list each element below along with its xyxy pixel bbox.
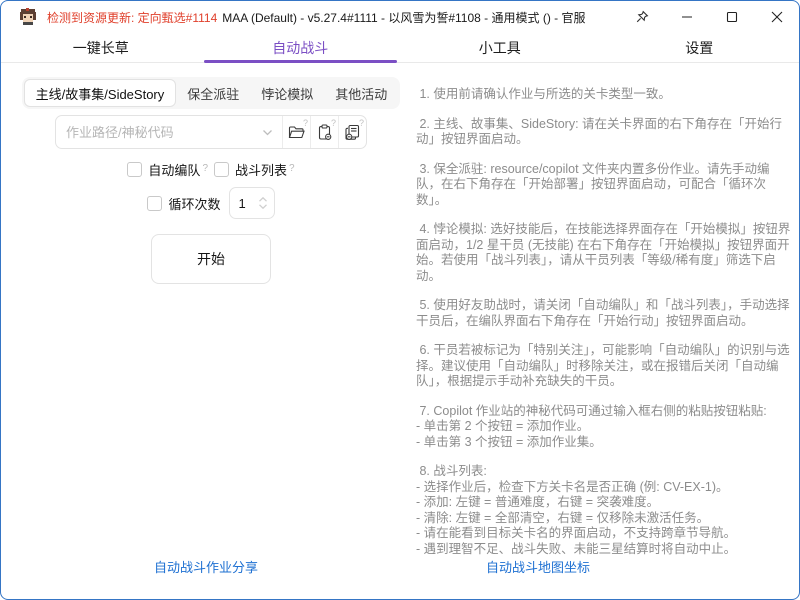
window-title: 检测到资源更新: 定向甄选#1114 MAA (Default) - v5.27.… [47, 9, 585, 26]
options-row-2: 循环次数 1 [19, 187, 403, 219]
paste-task-button[interactable]: ? [310, 116, 338, 148]
instruction-8: 8. 战斗列表: - 选择作业后，检查下方关卡名是否正确 (例: CV-EX-1… [416, 464, 793, 557]
maximize-icon [726, 11, 738, 23]
maximize-button[interactable] [709, 1, 754, 33]
pin-button[interactable] [619, 1, 664, 33]
instructions-panel: 1. 使用前请确认作业与所选的关卡类型一致。 2. 主线、故事集、SideSto… [416, 87, 793, 571]
start-button[interactable]: 开始 [151, 234, 271, 284]
battle-list-label: 战斗列表? [235, 160, 295, 179]
instruction-3: 3. 保全派驻: resource/copilot 文件夹内置多份作业。请先手动… [416, 162, 793, 209]
combat-left-panel: 主线/故事集/SideStory 保全派驻 悖论模拟 其他活动 ? [19, 69, 403, 599]
battle-list-option: 战斗列表? [214, 160, 295, 179]
instruction-1: 1. 使用前请确认作业与所选的关卡类型一致。 [416, 87, 793, 103]
resource-update-notice: 检测到资源更新: 定向甄选#1114 [47, 11, 217, 25]
tab-settings-label: 设置 [685, 38, 713, 58]
chevron-down-icon[interactable] [261, 126, 274, 139]
copilot-share-link[interactable]: 自动战斗作业分享 [154, 557, 258, 576]
map-coordinates-link[interactable]: 自动战斗地图坐标 [486, 557, 590, 576]
stage-tab-mainline[interactable]: 主线/故事集/SideStory [24, 79, 177, 107]
loop-times-label: 循环次数 [168, 194, 220, 213]
title-bar: 检测到资源更新: 定向甄选#1114 MAA (Default) - v5.27.… [1, 1, 799, 33]
main-nav-tabs: 一键长草 自动战斗 小工具 设置 [1, 33, 799, 63]
active-tab-underline [204, 60, 398, 63]
tab-toolbox[interactable]: 小工具 [400, 33, 600, 62]
pin-icon [635, 10, 649, 24]
tab-toolbox-label: 小工具 [479, 38, 521, 58]
app-avatar-icon [18, 7, 38, 27]
job-input-wrap [56, 116, 282, 148]
stage-type-tabs: 主线/故事集/SideStory 保全派驻 悖论模拟 其他活动 [22, 77, 401, 109]
maa-window: 检测到资源更新: 定向甄选#1114 MAA (Default) - v5.27.… [0, 0, 800, 600]
stepper-updown-icon[interactable] [257, 196, 269, 210]
stage-tab-paradox-protocol[interactable]: 保全派驻 [176, 79, 250, 107]
close-button[interactable] [754, 1, 799, 33]
instruction-2: 2. 主线、故事集、SideStory: 请在关卡界面的右下角存在「开始行动」按… [416, 117, 793, 148]
stage-tab-mainline-label: 主线/故事集/SideStory [36, 84, 165, 103]
tab-farming-label: 一键长草 [73, 38, 129, 58]
loop-times-option: 循环次数 1 [147, 187, 274, 219]
paste-task-set-hint: ? [359, 118, 364, 128]
instruction-6: 6. 干员若被标记为「特别关注」，可能影响「自动编队」的识别与选择。建议使用「自… [416, 343, 793, 390]
tab-auto-combat-label: 自动战斗 [272, 38, 328, 58]
job-input-row: ? ? ? [55, 115, 367, 149]
job-path-input[interactable] [66, 125, 257, 140]
paste-task-set-button[interactable]: ? [338, 116, 366, 148]
paste-task-hint: ? [331, 118, 336, 128]
minimize-icon [681, 11, 693, 23]
auto-squad-checkbox[interactable] [127, 162, 142, 177]
tab-settings[interactable]: 设置 [600, 33, 800, 62]
instruction-5: 5. 使用好友助战时，请关闭「自动编队」和「战斗列表」，手动选择干员后，在编队界… [416, 298, 793, 329]
loop-count-value: 1 [239, 196, 257, 211]
tab-auto-combat[interactable]: 自动战斗 [201, 33, 401, 62]
close-icon [771, 11, 783, 23]
options-row-1: 自动编队? 战斗列表? [19, 160, 403, 179]
stage-tab-other-events-label: 其他活动 [335, 84, 387, 103]
stage-tab-paradox-protocol-label: 保全派驻 [187, 84, 239, 103]
battle-list-hint: ? [289, 163, 295, 174]
auto-squad-option: 自动编队? [127, 160, 208, 179]
loop-times-checkbox[interactable] [147, 196, 162, 211]
auto-squad-label: 自动编队? [148, 160, 208, 179]
loop-count-stepper[interactable]: 1 [229, 187, 275, 219]
open-folder-button[interactable]: ? [282, 116, 310, 148]
stage-tab-paradox-simulation[interactable]: 悖论模拟 [250, 79, 324, 107]
tab-farming[interactable]: 一键长草 [1, 33, 201, 62]
minimize-button[interactable] [664, 1, 709, 33]
instruction-7: 7. Copilot 作业站的神秘代码可通过输入框右侧的粘贴按钮粘贴: - 单击… [416, 404, 793, 451]
instruction-4: 4. 悖论模拟: 选好技能后，在技能选择界面存在「开始模拟」按钮界面启动，1/2… [416, 222, 793, 284]
stage-tab-other-events[interactable]: 其他活动 [324, 79, 398, 107]
folder-hint: ? [303, 118, 308, 128]
window-title-text: MAA (Default) - v5.27.4#1111 - 以风雪为誓#110… [222, 11, 585, 25]
stage-tab-paradox-simulation-label: 悖论模拟 [261, 84, 313, 103]
battle-list-checkbox[interactable] [214, 162, 229, 177]
window-controls [619, 1, 799, 33]
auto-squad-hint: ? [202, 163, 208, 174]
